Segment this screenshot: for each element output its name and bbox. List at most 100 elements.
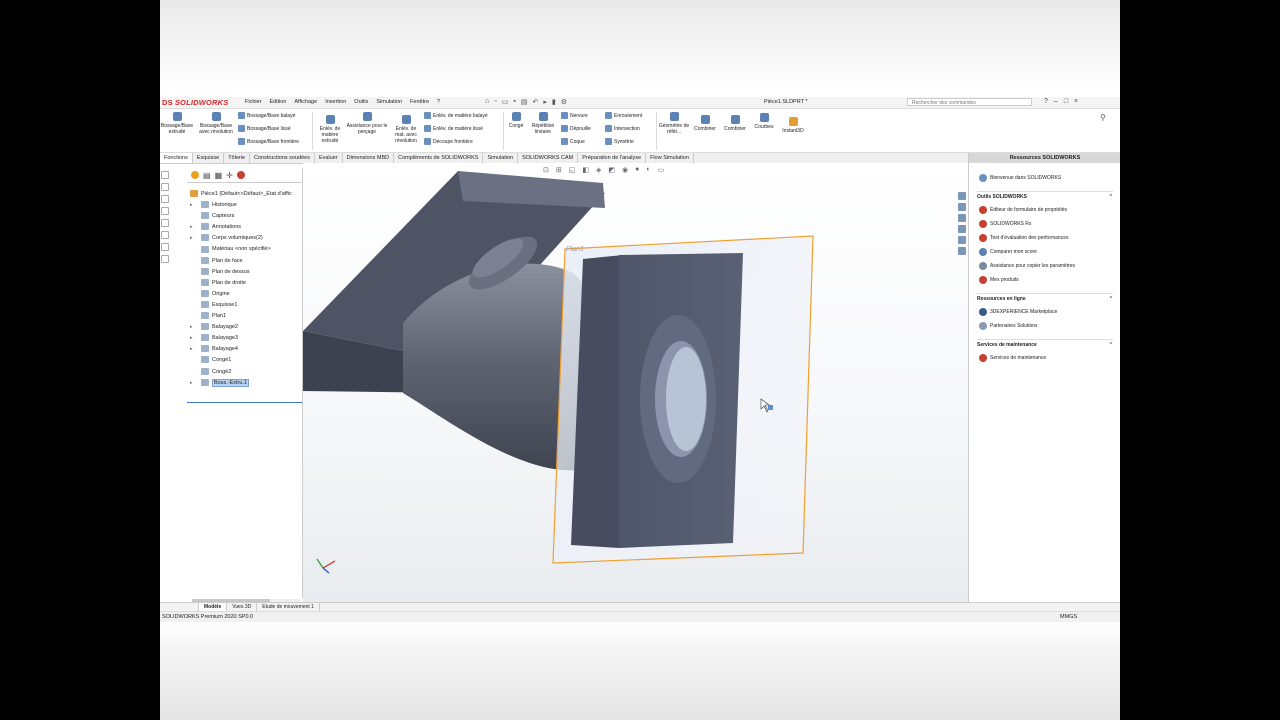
courbes-button[interactable]: Courbes [750, 113, 778, 130]
resource-link[interactable]: Comparer mon score [977, 245, 1113, 259]
zoom-fit-icon[interactable]: ⊡ [543, 166, 549, 174]
bossage-balaye-button[interactable]: Bossage/Base balayé [238, 112, 295, 119]
search-icon[interactable]: ⚲ [1100, 113, 1106, 122]
tree-item-selected[interactable]: ▸ Boss.-Extru.1 [187, 378, 302, 389]
tab-evaluer[interactable]: Evaluer [315, 153, 343, 163]
bossage-lisse-button[interactable]: Bossage/Base lissé [238, 125, 291, 132]
tree-root-part[interactable]: Pièce1 (Défaut<<Défaut>_Etat d'affic [187, 189, 302, 200]
search-commands-input[interactable]: Rechercher des commandes [907, 98, 1032, 106]
tool-icon[interactable] [161, 171, 169, 179]
resource-link[interactable]: 3DEXPERIENCE Marketplace [977, 305, 1113, 319]
file-explorer-icon[interactable] [958, 214, 966, 222]
tree-item[interactable]: ▸ Corps volumiques(2) [187, 233, 302, 244]
tool-icon[interactable] [161, 255, 169, 263]
tree-item[interactable]: ▸ Balayage3 [187, 333, 302, 344]
tree-item[interactable]: ▸ Annotations [187, 222, 302, 233]
tool-icon[interactable] [161, 243, 169, 251]
tab-flow-simulation[interactable]: Flow Simulation [646, 153, 694, 163]
resource-link[interactable]: Services de maintenance [977, 351, 1113, 365]
minimize-button[interactable]: – [1054, 98, 1058, 105]
menu-outils[interactable]: Outils [354, 99, 368, 105]
combiner-button-2[interactable]: Combiner [720, 115, 750, 132]
online-resources-title[interactable]: Ressources en ligne ⌃ [977, 293, 1113, 305]
scene-icon[interactable]: ◐ [646, 166, 650, 174]
save-icon[interactable]: ▪ [513, 98, 515, 106]
combiner-button-1[interactable]: Combiner [690, 115, 720, 132]
menu-edition[interactable]: Edition [270, 99, 287, 105]
tree-item[interactable]: Congé2 [187, 367, 302, 378]
tab-preparation-analyse[interactable]: Préparation de l'analyse [578, 153, 647, 163]
tool-icon[interactable] [161, 195, 169, 203]
home-icon[interactable]: ⌂ [485, 98, 489, 106]
tool-icon[interactable] [161, 207, 169, 215]
tab-fonctions[interactable]: Fonctions [160, 153, 193, 163]
rollback-bar[interactable] [187, 402, 302, 403]
outils-section-title[interactable]: Outils SOLIDWORKS ⌃ [977, 191, 1113, 203]
bossage-extrude-button[interactable]: Bossage/Base extrudé [160, 112, 194, 135]
tree-item[interactable]: Matériau <non spécifié> [187, 244, 302, 255]
custom-properties-icon[interactable] [958, 247, 966, 255]
tree-item[interactable]: ▸ Historique [187, 200, 302, 211]
maintenance-title[interactable]: Services de maintenance ⌃ [977, 339, 1113, 351]
design-library-icon[interactable] [958, 203, 966, 211]
tool-icon[interactable] [161, 231, 169, 239]
enroulement-button[interactable]: Enroulement [605, 112, 642, 119]
display-style-icon[interactable]: ◩ [608, 166, 615, 174]
tab-dimensions-mbd[interactable]: Dimensions MBD [343, 153, 395, 163]
tab-tolerie[interactable]: Tôlerie [224, 153, 250, 163]
enlev-extrude-button[interactable]: Enlèv. de matière extrudé [315, 115, 345, 144]
menu-fenetre[interactable]: Fenêtre [410, 99, 429, 105]
help-icon[interactable]: ? [1044, 98, 1048, 105]
tree-item[interactable]: Plan de face [187, 256, 302, 267]
dimxpert-icon[interactable]: ✛ [226, 171, 233, 180]
new-icon[interactable]: ▫ [494, 98, 496, 106]
nervure-button[interactable]: Nervure [561, 112, 588, 119]
resource-link[interactable]: Partenaires Solutions [977, 319, 1113, 333]
print-icon[interactable]: ▤ [521, 98, 528, 106]
rebuild-icon[interactable]: ▮ [552, 98, 556, 106]
menu-affichage[interactable]: Affichage [294, 99, 317, 105]
view-orientation-icon[interactable]: ◈ [596, 166, 601, 174]
home-icon[interactable] [958, 192, 966, 200]
collapse-icon[interactable]: ⌃ [1109, 342, 1113, 348]
hide-show-icon[interactable]: ◉ [622, 166, 628, 174]
options-icon[interactable]: ⚙ [561, 98, 567, 106]
coque-button[interactable]: Coque [561, 138, 585, 145]
zoom-area-icon[interactable]: ⊞ [556, 166, 562, 174]
resource-link[interactable]: Test d'évaluation des performances [977, 231, 1113, 245]
collapse-icon[interactable]: ⌃ [1109, 296, 1113, 302]
instant3d-button[interactable]: Instant3D [778, 117, 808, 134]
decoupe-frontiere-button[interactable]: Découpe frontière [424, 138, 473, 145]
configuration-manager-icon[interactable]: ▦ [215, 171, 223, 180]
menu-help[interactable]: ? [437, 99, 440, 105]
repetition-lineaire-button[interactable]: Répétition linéaire [527, 112, 559, 135]
welcome-link[interactable]: Bienvenue dans SOLIDWORKS [977, 171, 1113, 185]
enlev-lisse-button[interactable]: Enlèv. de matière lissé [424, 125, 483, 132]
tree-item[interactable]: Origine [187, 289, 302, 300]
bossage-revolution-button[interactable]: Bossage/Base avec révolution [197, 112, 235, 135]
assistance-percage-button[interactable]: Assistance pour le perçage [345, 112, 389, 135]
section-view-icon[interactable]: ◧ [582, 166, 589, 174]
tool-icon[interactable] [161, 219, 169, 227]
menu-simulation[interactable]: Simulation [376, 99, 402, 105]
tree-item[interactable]: Plan de droite [187, 278, 302, 289]
tree-item[interactable]: Plan1 [187, 311, 302, 322]
open-icon[interactable]: ▭ [502, 98, 509, 106]
display-manager-icon[interactable] [236, 171, 245, 179]
symetrie-button[interactable]: Symétrie [605, 138, 634, 145]
feature-manager-icon[interactable] [191, 171, 199, 179]
bossage-frontiere-button[interactable]: Bossage/Base frontière [238, 138, 299, 145]
tree-item[interactable]: ▸ Balayage4 [187, 344, 302, 355]
graphics-viewport[interactable]: ⊡ ⊞ ◱ ◧ ◈ ◩ ◉ ● ◐ ▭ Plan1 [303, 163, 968, 603]
tool-icon[interactable] [161, 183, 169, 191]
undo-icon[interactable]: ↶ [532, 98, 538, 106]
maximize-button[interactable]: □ [1064, 98, 1068, 105]
intersection-button[interactable]: Intersection [605, 125, 640, 132]
enlev-balaye-button[interactable]: Enlèv. de matière balayé [424, 112, 488, 119]
property-manager-icon[interactable]: ▤ [203, 171, 211, 180]
close-button[interactable]: × [1074, 98, 1078, 105]
resource-link[interactable]: SOLIDWORKS Rx [977, 217, 1113, 231]
collapse-icon[interactable]: ⌃ [1109, 194, 1113, 200]
tree-item[interactable]: Congé1 [187, 355, 302, 366]
appearance-icon[interactable]: ● [635, 166, 639, 174]
